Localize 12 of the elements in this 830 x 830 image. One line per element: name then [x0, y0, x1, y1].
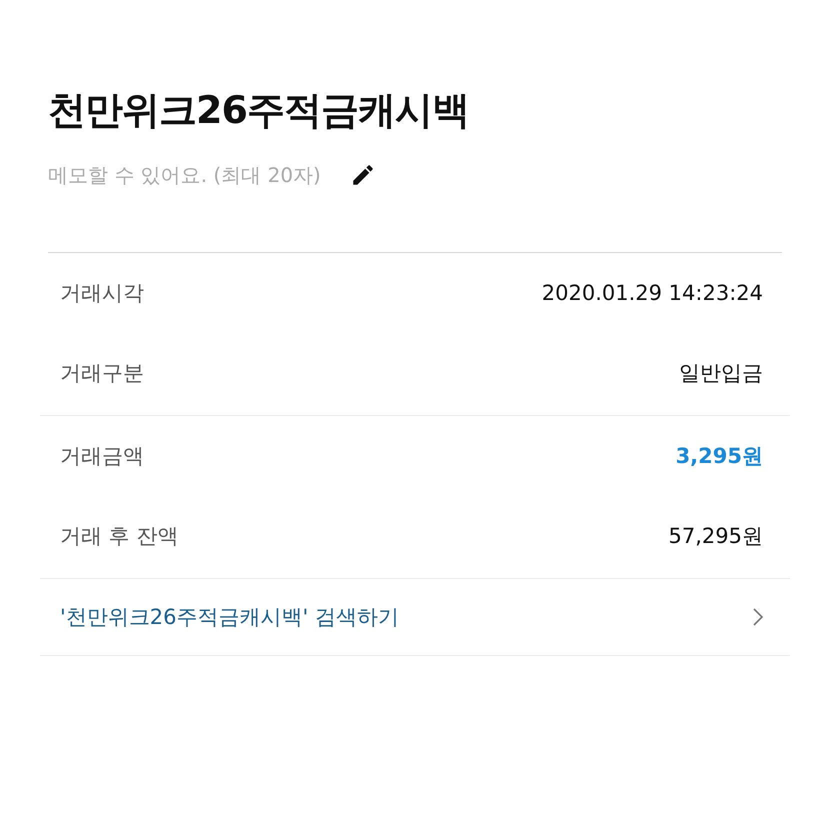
- chevron-right-icon: [753, 608, 763, 626]
- field-label: 거래시각: [60, 280, 144, 307]
- field-value: 2020.01.29 14:23:24: [542, 280, 763, 307]
- field-value: 일반입금: [679, 360, 763, 387]
- memo-field[interactable]: 메모할 수 있어요. (최대 20자): [48, 162, 338, 187]
- field-label: 거래구분: [60, 360, 144, 387]
- field-value: 57,295원: [668, 522, 763, 550]
- field-label: 거래 후 잔액: [60, 522, 178, 550]
- account-title: 천만위크26주적금캐시백: [48, 88, 470, 134]
- search-link[interactable]: '천만위크26주적금캐시백' 검색하기: [40, 578, 790, 655]
- field-label: 거래금액: [60, 442, 144, 470]
- amount-value: 3,295원: [676, 442, 763, 470]
